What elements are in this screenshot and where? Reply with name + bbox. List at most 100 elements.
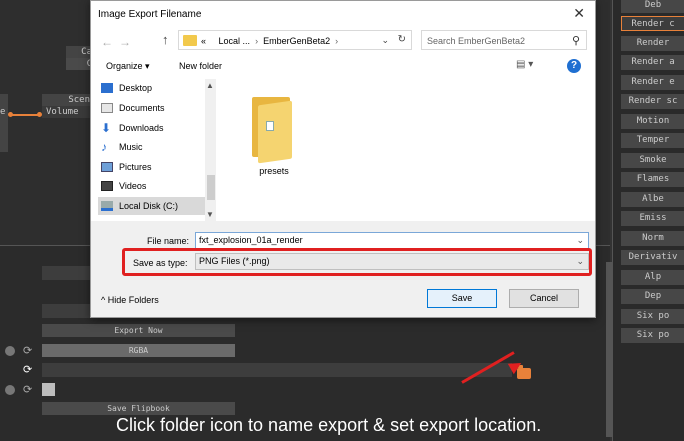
nav-item-label: Videos: [119, 181, 147, 191]
render-sidebar-item[interactable]: Dep: [621, 289, 684, 304]
refresh-icon[interactable]: ⟳: [23, 345, 32, 356]
render-sidebar-item[interactable]: Temper: [621, 133, 684, 148]
dialog-footer: File name: fxt_explosion_01a_render ⌄ Sa…: [91, 221, 595, 317]
dialog-title: Image Export Filename: [98, 9, 202, 20]
socket-in[interactable]: [37, 112, 42, 117]
panel-row: [42, 304, 94, 318]
folder-icon: [183, 35, 197, 46]
breadcrumb[interactable]: « Local ... › EmberGenBeta2 › ⌄ ↻: [178, 30, 412, 50]
save-button[interactable]: Save: [427, 289, 497, 308]
left-node[interactable]: e: [0, 94, 8, 152]
hide-folders-toggle[interactable]: ^ Hide Folders: [101, 295, 159, 305]
render-sidebar-item[interactable]: Emiss: [621, 211, 684, 226]
chevron-down-icon[interactable]: ⌄: [576, 233, 584, 248]
folder-front: [258, 100, 292, 164]
scroll-thumb[interactable]: [207, 175, 215, 200]
render-sidebar-item[interactable]: Motion: [621, 114, 684, 129]
scroll-down-icon[interactable]: ▼: [206, 210, 214, 219]
render-sidebar-item[interactable]: Render c: [621, 16, 684, 31]
panel-row: [42, 266, 94, 280]
node-port-label: Volume: [42, 106, 94, 118]
render-sidebar-item[interactable]: Deb: [621, 0, 684, 13]
render-sidebar-item[interactable]: Render e: [621, 75, 684, 90]
refresh-icon[interactable]: ↻: [398, 34, 406, 45]
navigation-pane: Desktop Documents ⬇ Downloads ♪ Music Pi…: [98, 79, 218, 221]
chevron-right-icon: ›: [335, 36, 339, 46]
nav-item-label: Downloads: [119, 123, 164, 133]
tutorial-caption: Click folder icon to name export & set e…: [116, 415, 542, 435]
search-input[interactable]: Search EmberGenBeta2 ⚲: [421, 30, 587, 50]
nav-item-desktop[interactable]: Desktop: [98, 79, 210, 97]
nav-item-downloads[interactable]: ⬇ Downloads: [98, 119, 210, 137]
reset-icon[interactable]: [5, 385, 15, 395]
search-icon[interactable]: ⚲: [572, 34, 580, 47]
documents-icon: [101, 103, 113, 113]
render-sidebar-item[interactable]: Render sc: [621, 94, 684, 109]
downloads-icon: ⬇: [101, 121, 112, 135]
file-name-input[interactable]: fxt_explosion_01a_render ⌄: [195, 232, 589, 249]
view-options-icon[interactable]: ▤ ▾: [516, 59, 533, 70]
render-sidebar-item[interactable]: Six po: [621, 309, 684, 324]
render-sidebar: Deb Render c Render Render a Render e Re…: [612, 0, 684, 441]
nav-item-label: Documents: [119, 103, 165, 113]
nav-item-pictures[interactable]: Pictures: [98, 158, 210, 176]
render-sidebar-item[interactable]: Norm: [621, 231, 684, 246]
chevron-up-icon: ^: [101, 295, 108, 305]
nav-item-videos[interactable]: Videos: [98, 177, 210, 195]
search-placeholder: Search EmberGenBeta2: [427, 36, 526, 46]
export-filename-dialog: Image Export Filename ✕ ←→ ↑ « Local ...…: [90, 0, 596, 318]
highlight-box: [122, 248, 592, 276]
scene-node[interactable]: Scen Volume: [42, 94, 94, 118]
disk-icon: [101, 201, 113, 211]
breadcrumb-overflow[interactable]: «: [201, 36, 206, 46]
render-sidebar-item[interactable]: Alp: [621, 270, 684, 285]
chevron-down-icon[interactable]: ⌄: [381, 35, 389, 46]
music-icon: ♪: [101, 140, 107, 154]
up-arrow-icon[interactable]: ↑: [162, 32, 169, 47]
render-sidebar-item[interactable]: Derivativ: [621, 250, 684, 265]
export-path-field[interactable]: [42, 363, 512, 377]
refresh-icon[interactable]: ⟳: [23, 364, 32, 375]
dialog-toolbar: Organize ▾ New folder ▤ ▾ ?: [91, 56, 595, 78]
organize-menu[interactable]: Organize ▾: [106, 61, 150, 72]
format-select[interactable]: RGBA: [42, 344, 235, 357]
videos-icon: [101, 181, 113, 191]
render-sidebar-item[interactable]: Flames: [621, 172, 684, 187]
node-wire: [10, 114, 38, 116]
new-folder-button[interactable]: New folder: [179, 61, 222, 71]
close-icon[interactable]: ✕: [573, 5, 585, 22]
render-sidebar-item[interactable]: Six po: [621, 328, 684, 343]
save-flipbook-button[interactable]: Save Flipbook: [42, 402, 235, 415]
back-forward-icon[interactable]: ←→: [101, 35, 137, 49]
chevron-right-icon: ›: [255, 36, 259, 46]
file-name-value: fxt_explosion_01a_render: [199, 235, 303, 245]
breadcrumb-path: « Local ... › EmberGenBeta2 ›: [201, 36, 343, 46]
flipbook-checkbox[interactable]: [42, 383, 55, 396]
render-sidebar-item[interactable]: Render: [621, 36, 684, 51]
help-icon[interactable]: ?: [567, 59, 581, 73]
file-list: presets: [218, 79, 595, 221]
folder-icon[interactable]: [252, 91, 292, 164]
cancel-button[interactable]: Cancel: [509, 289, 579, 308]
nav-item-music[interactable]: ♪ Music: [98, 138, 210, 156]
breadcrumb-item[interactable]: EmberGenBeta2: [263, 36, 330, 46]
render-sidebar-item[interactable]: Smoke: [621, 153, 684, 168]
socket-out[interactable]: [8, 112, 13, 117]
node-port-label: e: [0, 107, 6, 117]
refresh-icon[interactable]: ⟳: [23, 384, 32, 395]
render-sidebar-item[interactable]: Render a: [621, 55, 684, 70]
nav-item-label: Music: [119, 142, 143, 152]
render-sidebar-item[interactable]: Albe: [621, 192, 684, 207]
reset-icon[interactable]: [5, 346, 15, 356]
document-icon: [266, 121, 274, 131]
file-name[interactable]: presets: [249, 166, 299, 176]
breadcrumb-item[interactable]: Local ...: [219, 36, 251, 46]
export-now-button[interactable]: Export Now: [42, 324, 235, 337]
nav-item-label: Local Disk (C:): [119, 201, 179, 211]
nav-item-local-disk[interactable]: Local Disk (C:): [98, 197, 210, 215]
desktop-icon: [101, 83, 113, 93]
scroll-up-icon[interactable]: ▲: [206, 81, 214, 90]
hide-folders-label: Hide Folders: [107, 295, 159, 305]
nav-item-documents[interactable]: Documents: [98, 99, 210, 117]
file-name-label: File name:: [147, 236, 190, 246]
